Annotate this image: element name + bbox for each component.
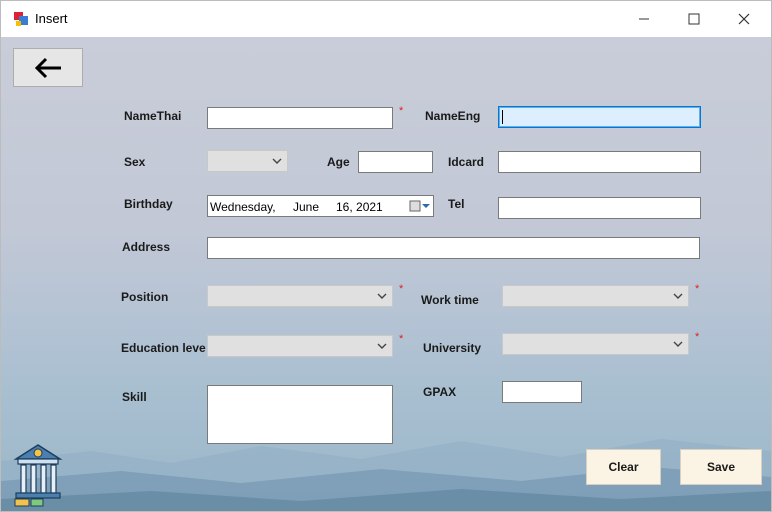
namethai-label: NameThai — [124, 109, 182, 123]
work-time-required-mark: * — [695, 283, 700, 295]
work-time-label: Work time — [421, 293, 479, 307]
education-required-mark: * — [399, 333, 404, 345]
sex-label: Sex — [124, 155, 146, 169]
skill-textarea[interactable] — [207, 385, 393, 444]
position-required-mark: * — [399, 283, 404, 295]
chevron-down-icon — [377, 293, 387, 299]
gpax-field[interactable] — [502, 381, 582, 403]
address-field[interactable] — [207, 237, 700, 259]
university-label: University — [423, 341, 482, 355]
age-field[interactable] — [358, 151, 433, 173]
bank-building-icon — [13, 444, 63, 507]
chevron-down-icon — [272, 158, 282, 164]
text-caret — [502, 110, 503, 124]
age-label: Age — [327, 155, 350, 169]
clear-button[interactable]: Clear — [586, 449, 661, 485]
education-level-label: Education leve — [121, 341, 206, 355]
arrow-left-icon — [34, 57, 61, 78]
idcard-field[interactable] — [498, 151, 701, 173]
work-time-select[interactable] — [502, 285, 689, 307]
education-level-select[interactable] — [207, 335, 393, 357]
form-app-icon — [14, 12, 28, 26]
form-client-area: NameThai * NameEng Sex Age Idcard Birthd… — [1, 37, 771, 511]
close-icon — [738, 13, 750, 25]
address-label: Address — [122, 240, 171, 254]
chevron-down-icon — [377, 343, 387, 349]
chevron-down-icon — [673, 341, 683, 347]
namethai-field[interactable] — [207, 107, 393, 129]
position-label: Position — [121, 290, 169, 304]
close-button[interactable] — [721, 1, 767, 37]
title-bar: Insert — [1, 1, 771, 37]
calendar-dropdown-icon[interactable] — [409, 200, 431, 212]
sex-select[interactable] — [207, 150, 288, 172]
birthday-month: June — [293, 200, 320, 214]
position-select[interactable] — [207, 285, 393, 307]
nameeng-label: NameEng — [425, 109, 481, 123]
university-required-mark: * — [695, 331, 700, 343]
minimize-button[interactable] — [621, 1, 667, 37]
insert-window: Insert NameThai * NameEng Sex Age Idcard… — [0, 0, 772, 512]
namethai-required-mark: * — [399, 105, 404, 117]
nameeng-field[interactable] — [498, 106, 701, 128]
tel-field[interactable] — [498, 197, 701, 219]
maximize-icon — [688, 13, 700, 25]
university-select[interactable] — [502, 333, 689, 355]
birthday-date: 16, 2021 — [336, 200, 383, 214]
skill-label: Skill — [122, 390, 147, 404]
tel-label: Tel — [448, 197, 465, 211]
gpax-label: GPAX — [423, 385, 457, 399]
back-button[interactable] — [13, 48, 83, 87]
maximize-button[interactable] — [671, 1, 717, 37]
birthday-day: Wednesday, — [210, 200, 276, 214]
save-button[interactable]: Save — [680, 449, 762, 485]
idcard-label: Idcard — [448, 155, 485, 169]
chevron-down-icon — [673, 293, 683, 299]
minimize-icon — [639, 18, 649, 20]
window-title: Insert — [35, 11, 68, 26]
birthday-date-picker[interactable]: Wednesday, June 16, 2021 — [207, 195, 434, 217]
birthday-label: Birthday — [124, 197, 173, 211]
